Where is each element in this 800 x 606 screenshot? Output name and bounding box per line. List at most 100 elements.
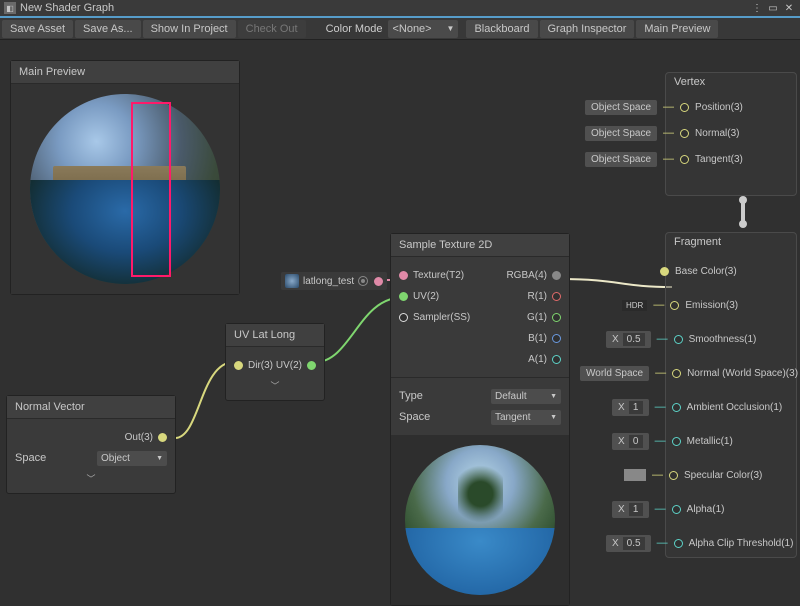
stage-connector <box>741 200 745 224</box>
space-dropdown[interactable]: Tangent▼ <box>491 410 561 425</box>
metallic-label: Metallic(1) <box>687 436 733 447</box>
sample-texture-2d-node[interactable]: Sample Texture 2D Texture(T2) RGBA(4) UV… <box>390 233 570 606</box>
normal-vector-title: Normal Vector <box>7 396 175 419</box>
uv-out-port[interactable]: UV(2) <box>276 360 316 371</box>
minimize-button[interactable]: ▭ <box>766 1 780 15</box>
graph-inspector-button[interactable]: Graph Inspector <box>540 20 635 38</box>
kebab-icon[interactable]: ⋮ <box>750 1 764 15</box>
alpha-clip-field[interactable]: X0.5 <box>606 535 651 552</box>
b-out-port[interactable]: B(1) <box>528 333 561 344</box>
vertex-ports: Object Space — Position(3) Object Space … <box>585 90 743 176</box>
normal-label: Normal(3) <box>695 128 739 139</box>
space-dropdown[interactable]: Object ▼ <box>97 451 167 466</box>
base-color-port[interactable] <box>660 267 669 276</box>
port-label: Dir(3) <box>248 360 273 371</box>
main-preview-button[interactable]: Main Preview <box>636 20 718 38</box>
fragment-ports: Base Color(3) HDR — Emission(3) X0.5 — S… <box>580 254 798 560</box>
chevron-down-icon: ▼ <box>447 24 455 33</box>
g-out-port[interactable]: G(1) <box>527 312 561 323</box>
main-preview-title: Main Preview <box>11 61 239 84</box>
emission-label: Emission(3) <box>685 300 738 311</box>
base-color-label: Base Color(3) <box>675 266 737 277</box>
port-label: Out(3) <box>125 432 153 443</box>
color-mode-dropdown[interactable]: <None> ▼ <box>388 20 458 38</box>
tangent-space-chip[interactable]: Object Space <box>585 152 657 167</box>
smoothness-field[interactable]: X0.5 <box>606 331 651 348</box>
graph-canvas[interactable]: Main Preview Normal Vector Out(3) Space … <box>0 40 800 600</box>
normal-space-chip[interactable]: Object Space <box>585 126 657 141</box>
fragment-title: Fragment <box>674 236 721 248</box>
normal-ws-chip[interactable]: World Space <box>580 366 649 381</box>
close-button[interactable]: ✕ <box>782 1 796 15</box>
main-preview-panel[interactable]: Main Preview <box>10 60 240 295</box>
port-label: RGBA(4) <box>506 270 547 281</box>
chevron-down-icon: ▼ <box>550 414 557 421</box>
normal-vector-node[interactable]: Normal Vector Out(3) Space Object ▼ ﹀ <box>6 395 176 494</box>
r-out-port[interactable]: R(1) <box>528 291 561 302</box>
alpha-label: Alpha(1) <box>687 504 725 515</box>
port-label: Texture(T2) <box>413 270 464 281</box>
normal-vector-out-port[interactable]: Out(3) <box>125 432 167 443</box>
collapse-chevron-icon[interactable]: ﹀ <box>15 470 167 487</box>
object-picker-icon[interactable] <box>358 276 368 286</box>
vertex-title: Vertex <box>674 76 705 88</box>
specular-port[interactable] <box>669 471 678 480</box>
color-mode-value: <None> <box>392 23 431 35</box>
alpha-port[interactable] <box>672 505 681 514</box>
sampler-in-port[interactable]: Sampler(SS) <box>399 312 470 323</box>
specular-swatch[interactable] <box>624 469 646 481</box>
dir-in-port[interactable]: Dir(3) <box>234 360 273 371</box>
window-icon: ◧ <box>4 2 16 14</box>
smoothness-label: Smoothness(1) <box>689 334 757 345</box>
normal-ws-port[interactable] <box>672 369 681 378</box>
highlight-rect <box>131 102 171 277</box>
window-title: New Shader Graph <box>20 2 114 14</box>
normal-port[interactable] <box>680 129 689 138</box>
collapse-chevron-icon[interactable]: ﹀ <box>234 377 316 394</box>
a-out-port[interactable]: A(1) <box>528 354 561 365</box>
ao-field[interactable]: X1 <box>612 399 649 416</box>
alpha-field[interactable]: X1 <box>612 501 649 518</box>
port-label: UV(2) <box>276 360 302 371</box>
space-label: Space <box>399 411 430 423</box>
show-in-project-button[interactable]: Show In Project <box>143 20 236 38</box>
port-label: UV(2) <box>413 291 439 302</box>
texture-out-port[interactable] <box>374 277 383 286</box>
specular-label: Specular Color(3) <box>684 470 762 481</box>
toolbar: Save Asset Save As... Show In Project Ch… <box>0 18 800 40</box>
metallic-port[interactable] <box>672 437 681 446</box>
uv-lat-long-title: UV Lat Long <box>226 324 324 347</box>
position-port[interactable] <box>680 103 689 112</box>
normal-ws-label: Normal (World Space)(3) <box>687 368 798 379</box>
uv-lat-long-node[interactable]: UV Lat Long Dir(3) UV(2) ﹀ <box>225 323 325 401</box>
type-value: Default <box>495 391 527 402</box>
ao-port[interactable] <box>672 403 681 412</box>
blackboard-button[interactable]: Blackboard <box>466 20 537 38</box>
check-out-button: Check Out <box>238 20 306 38</box>
rgba-out-port[interactable]: RGBA(4) <box>506 270 561 281</box>
metallic-field[interactable]: X0 <box>612 433 649 450</box>
emission-port[interactable] <box>670 301 679 310</box>
alpha-clip-port[interactable] <box>674 539 683 548</box>
main-preview-sphere <box>30 94 220 284</box>
space-value: Object <box>101 453 130 464</box>
uv-in-port[interactable]: UV(2) <box>399 291 439 302</box>
texture-in-port[interactable]: Texture(T2) <box>399 270 464 281</box>
texture-asset-name: latlong_test <box>303 276 354 287</box>
type-dropdown[interactable]: Default▼ <box>491 389 561 404</box>
port-label: G(1) <box>527 312 547 323</box>
titlebar: ◧ New Shader Graph ⋮ ▭ ✕ <box>0 0 800 18</box>
texture-thumb-icon <box>285 274 299 288</box>
tangent-port[interactable] <box>680 155 689 164</box>
texture-asset-chip[interactable]: latlong_test <box>281 272 387 290</box>
position-label: Position(3) <box>695 102 743 113</box>
port-label: A(1) <box>528 354 547 365</box>
hdr-badge: HDR <box>622 300 647 311</box>
save-as-button[interactable]: Save As... <box>75 20 141 38</box>
position-space-chip[interactable]: Object Space <box>585 100 657 115</box>
type-label: Type <box>399 390 423 402</box>
smoothness-port[interactable] <box>674 335 683 344</box>
save-asset-button[interactable]: Save Asset <box>2 20 73 38</box>
space-label: Space <box>15 452 46 464</box>
node-preview-sphere <box>405 445 555 595</box>
